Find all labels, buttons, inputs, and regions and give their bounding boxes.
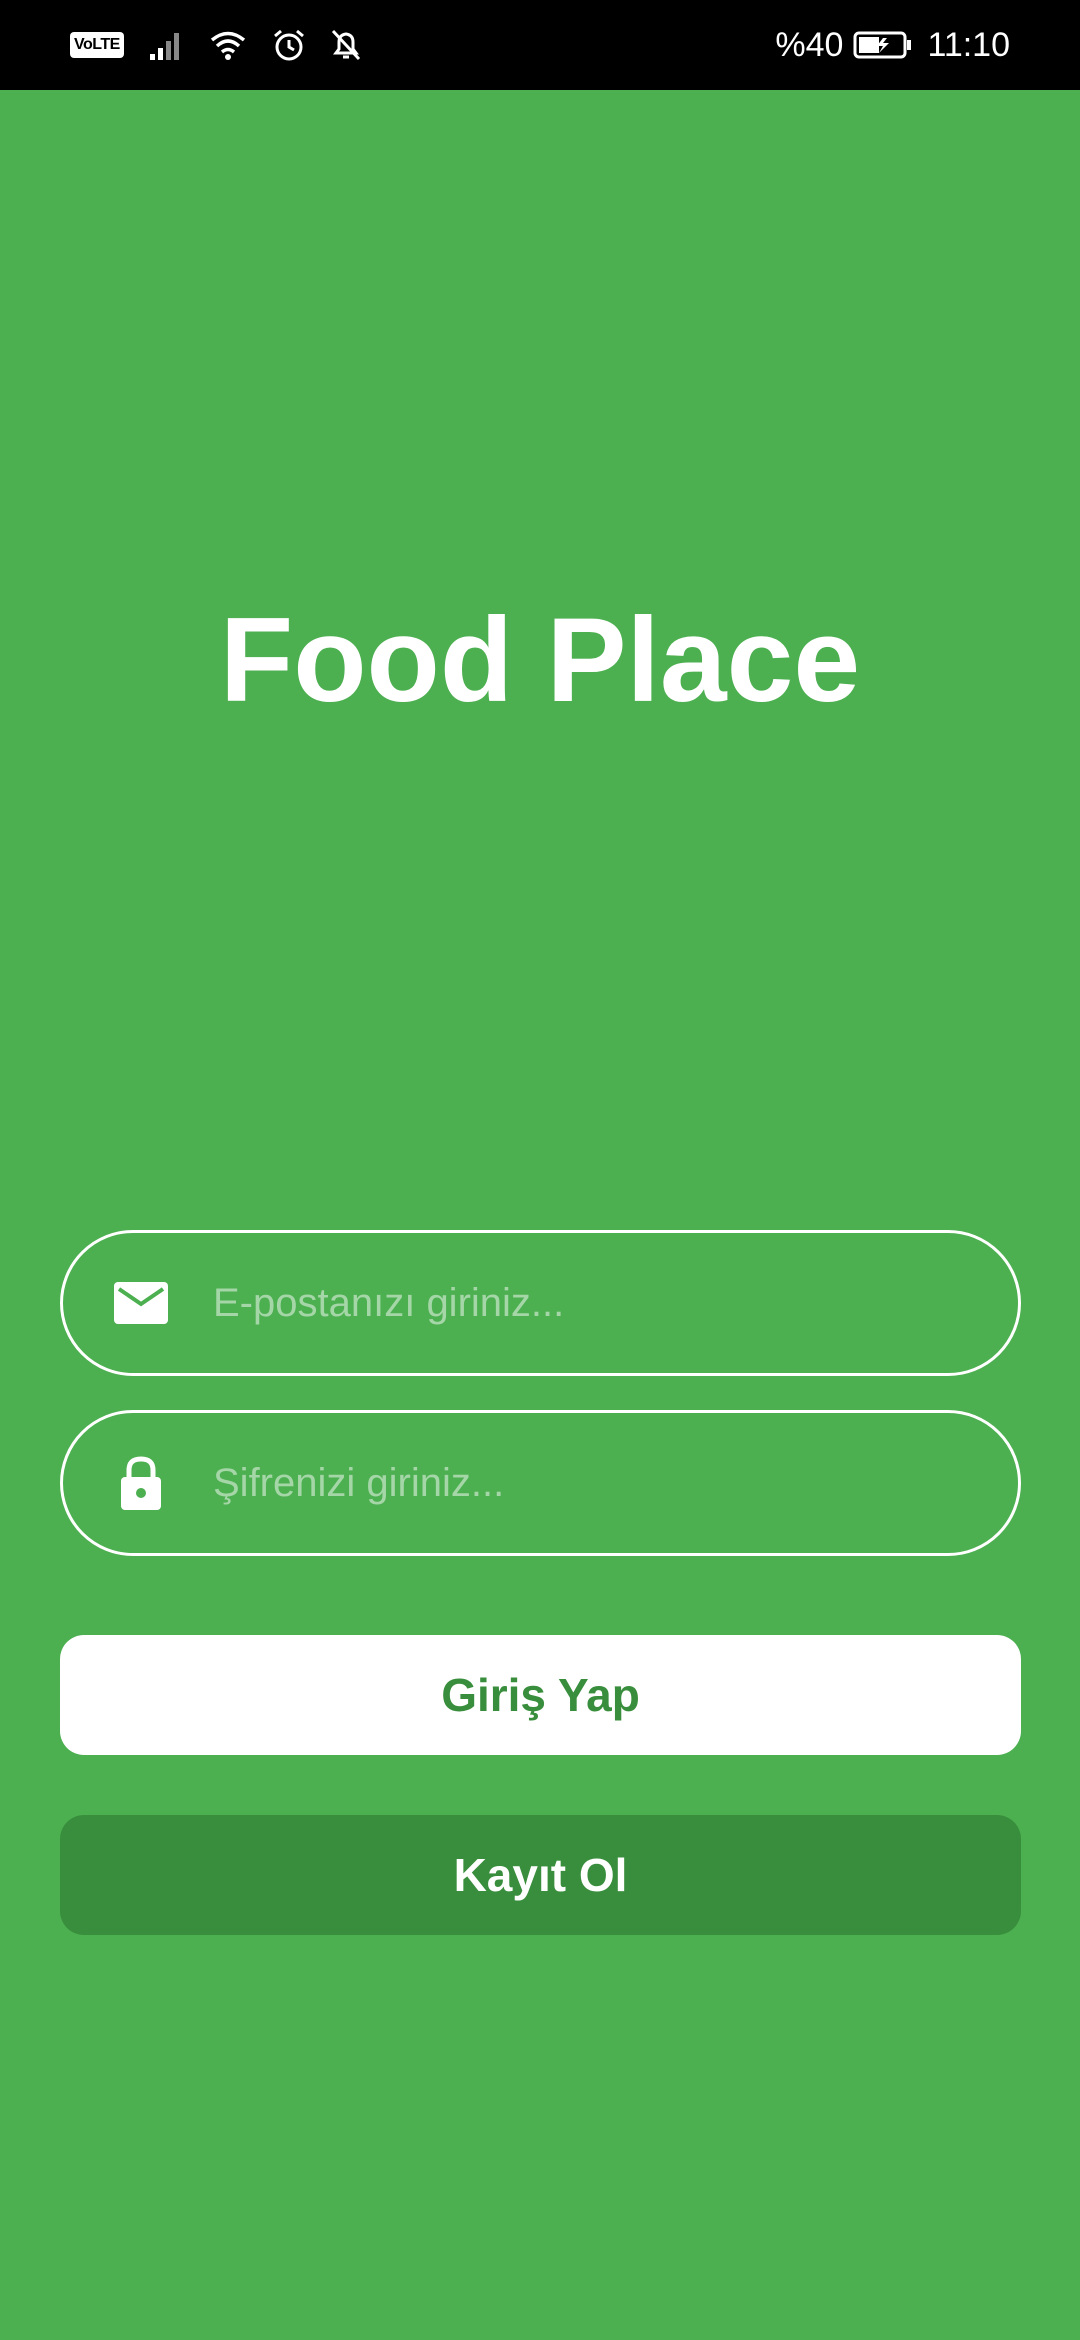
- password-field[interactable]: [60, 1410, 1021, 1556]
- wifi-icon: [210, 31, 245, 60]
- volte-icon: VoLTE: [70, 32, 124, 58]
- notifications-off-icon: [331, 29, 360, 61]
- battery-percent: %40: [775, 25, 844, 64]
- clock: 11:10: [927, 25, 1010, 64]
- lock-icon: [113, 1455, 169, 1511]
- signal-icon: [149, 33, 179, 60]
- mail-icon: [113, 1275, 169, 1331]
- status-bar: VoLTE %40 11:10: [0, 0, 1080, 90]
- email-input[interactable]: [211, 1233, 978, 1373]
- app-title: Food Place: [219, 593, 861, 727]
- status-left-group: VoLTE: [70, 22, 362, 68]
- battery-charging-icon: [853, 31, 912, 59]
- status-right-group: %40 11:10: [775, 22, 1010, 68]
- password-input[interactable]: [211, 1413, 978, 1553]
- alarm-icon: [273, 29, 304, 61]
- login-button[interactable]: Giriş Yap: [60, 1635, 1021, 1755]
- email-field[interactable]: [60, 1230, 1021, 1376]
- register-button[interactable]: Kayıt Ol: [60, 1815, 1021, 1935]
